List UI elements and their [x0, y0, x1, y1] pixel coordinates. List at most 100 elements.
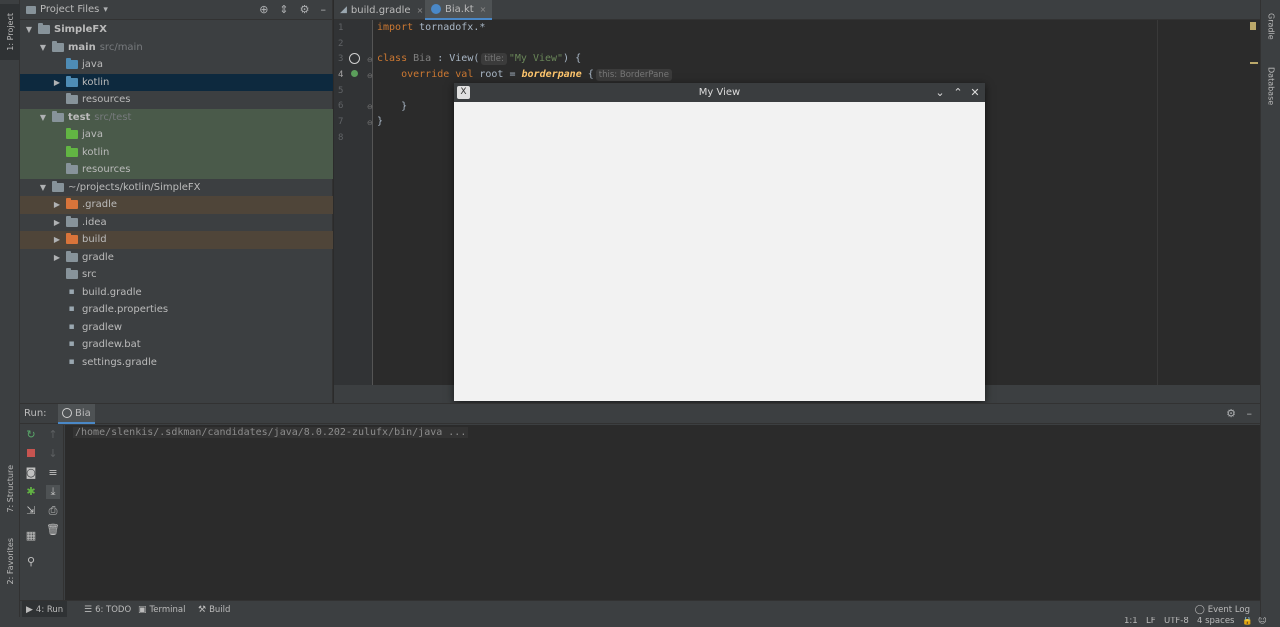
tree-item[interactable]: ▶ gradle [20, 249, 333, 267]
tree-item[interactable]: ▪ build.gradle [20, 284, 333, 302]
soft-wrap-icon[interactable]: ≡ [46, 466, 60, 480]
close-icon[interactable]: ✕ [968, 83, 982, 102]
chevron-right-icon[interactable]: ▶ [52, 235, 62, 244]
tree-item-label: src [82, 269, 97, 281]
chevron-down-icon[interactable]: ▼ [38, 183, 48, 192]
inspector-icon[interactable]: ☺ [1258, 617, 1267, 626]
layout-icon[interactable]: ▦ [24, 529, 38, 543]
gear-icon[interactable]: ⚙ [300, 3, 310, 17]
tree-item[interactable]: ▪ gradlew.bat [20, 336, 333, 354]
chevron-down-icon[interactable]: ▾ [103, 5, 108, 15]
line-separator[interactable]: LF [1146, 617, 1156, 626]
tree-item-label: resources [82, 94, 131, 106]
stop-icon[interactable] [24, 447, 38, 461]
tree-item[interactable]: ▶ kotlin [20, 73, 333, 91]
exit-icon[interactable]: ⇲ [24, 504, 38, 518]
tree-item-label: gradle.properties [82, 304, 169, 316]
tree-item[interactable]: java [20, 56, 333, 74]
gradle-file-icon: ▪ [68, 356, 75, 367]
scroll-to-end-icon[interactable]: ⤓ [46, 485, 60, 499]
run-gutter-icon[interactable] [349, 53, 360, 64]
console-output[interactable]: /home/slenkis/.sdkman/candidates/java/8.… [65, 425, 1260, 600]
lock-icon[interactable]: 🔒 [1242, 617, 1253, 626]
fold-icon[interactable]: ⊖ [367, 119, 373, 127]
favorites-tool-tab[interactable]: 2: Favorites [0, 528, 20, 594]
fold-icon[interactable]: ⊖ [367, 72, 373, 80]
fold-icon[interactable]: ⊖ [367, 56, 373, 64]
bug-icon[interactable]: ✱ [24, 485, 38, 499]
indent-setting[interactable]: 4 spaces [1197, 617, 1234, 626]
gear-icon[interactable]: ⚙ [1226, 407, 1236, 420]
tree-item[interactable]: ▼ SimpleFX [20, 21, 333, 39]
code-line-3: class Bia : View(title: "My View") { [377, 51, 581, 67]
arrow-up-icon[interactable]: ↑ [46, 428, 60, 442]
tree-item-label: test [68, 111, 91, 123]
chevron-down-icon[interactable]: ▼ [24, 25, 34, 34]
camera-icon[interactable]: ◙ [24, 466, 38, 480]
close-icon[interactable]: × [480, 5, 487, 14]
run-config-tab[interactable]: Bia [58, 404, 95, 424]
gradle-tool-tab[interactable]: Gradle [1261, 4, 1280, 48]
tree-item[interactable]: java [20, 126, 333, 144]
minimize-icon[interactable]: – [321, 3, 327, 17]
structure-tool-tab[interactable]: 7: Structure [0, 458, 20, 520]
close-icon[interactable]: × [417, 6, 424, 15]
tree-item[interactable]: ▼ ~/projects/kotlin/SimpleFX [20, 179, 333, 197]
code-text: tornadofx.* [413, 22, 486, 33]
tree-item[interactable]: ▼ test src/test [20, 108, 333, 126]
tree-item[interactable]: ▪ gradlew [20, 319, 333, 337]
tree-item[interactable]: ▶ build [20, 231, 333, 249]
chevron-right-icon[interactable]: ▶ [52, 200, 62, 209]
tab-todo[interactable]: ☰ 6: TODO [80, 601, 135, 618]
maximize-icon[interactable]: ⌃ [951, 83, 965, 102]
tree-item[interactable]: ▼ main src/main [20, 39, 333, 57]
arrow-down-icon[interactable]: ↓ [46, 447, 60, 461]
file-encoding[interactable]: UTF-8 [1164, 617, 1189, 626]
locate-icon[interactable]: ⊕ [259, 3, 268, 17]
trash-icon[interactable]: 🗑 [46, 523, 60, 537]
override-gutter-icon[interactable] [351, 70, 358, 77]
project-tool-tab-label: 1: Project [5, 13, 15, 51]
tree-item-label: .idea [82, 216, 107, 228]
tab-build[interactable]: ⚒ Build [194, 601, 234, 618]
tab-run[interactable]: ▶ 4: Run [22, 601, 68, 618]
project-view-selector[interactable]: Project Files [40, 4, 99, 15]
chevron-down-icon[interactable]: ▼ [38, 43, 48, 52]
rerun-icon[interactable]: ↻ [24, 428, 38, 442]
tree-item[interactable]: ▪ settings.gradle [20, 354, 333, 372]
window-titlebar[interactable]: X My View ⌄ ⌃ ✕ [454, 83, 985, 102]
my-view-window[interactable]: X My View ⌄ ⌃ ✕ [454, 83, 985, 401]
tree-item[interactable]: ▶ .gradle [20, 196, 333, 214]
chevron-right-icon[interactable]: ▶ [52, 78, 62, 87]
tab-build-gradle[interactable]: ◢ build.gradle × [334, 0, 429, 20]
warning-marker-icon[interactable] [1250, 22, 1256, 30]
tree-item[interactable]: kotlin [20, 143, 333, 161]
print-icon[interactable]: ⎙ [46, 504, 60, 518]
excluded-folder-icon [66, 233, 78, 245]
error-stripe-marker[interactable] [1250, 62, 1258, 64]
tree-item[interactable]: resources [20, 161, 333, 179]
chevron-down-icon[interactable]: ▼ [38, 113, 48, 122]
event-log-tab[interactable]: ◯ Event Log [1191, 601, 1254, 618]
project-tool-tab[interactable]: 1: Project [0, 4, 20, 60]
line-number: 1 [338, 23, 344, 33]
tree-item[interactable]: src [20, 266, 333, 284]
fold-icon[interactable]: ⊖ [367, 103, 373, 111]
database-tool-tab[interactable]: Database [1261, 60, 1280, 112]
chevron-right-icon[interactable]: ▶ [52, 253, 62, 262]
run-label: Run: [24, 408, 47, 419]
tree-item[interactable]: ▪ gradle.properties [20, 301, 333, 319]
tab-bia-kt[interactable]: Bia.kt × [425, 0, 493, 20]
caret-position[interactable]: 1:1 [1124, 617, 1138, 626]
tab-terminal[interactable]: ▣ Terminal [134, 601, 189, 618]
collapse-all-icon[interactable]: ⇕ [279, 3, 288, 17]
pin-icon[interactable]: ⚲ [24, 555, 38, 569]
minimize-icon[interactable]: ⌄ [933, 83, 947, 102]
minimize-icon[interactable]: – [1247, 407, 1253, 420]
console-command-line[interactable]: /home/slenkis/.sdkman/candidates/java/8.… [73, 427, 469, 438]
tree-item[interactable]: resources [20, 91, 333, 109]
chevron-right-icon[interactable]: ▶ [52, 218, 62, 227]
tree-item[interactable]: ▶ .idea [20, 214, 333, 232]
tree-item-label: build.gradle [82, 286, 142, 298]
play-icon: ▶ [26, 604, 33, 615]
